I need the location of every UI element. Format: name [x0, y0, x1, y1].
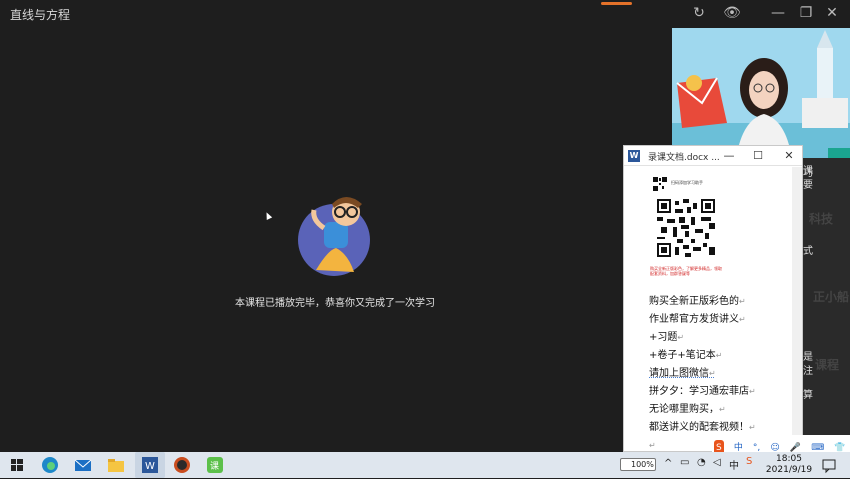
doc-line: 无论哪里购买，↵: [649, 404, 726, 415]
qr-image: 扫码添加学习助手 购买全新正版彩色，了解更多精品，领取配套资料，加群答疑等: [649, 174, 722, 288]
side-faint-text: 正小船: [813, 290, 850, 304]
mouse-cursor-icon: [263, 211, 273, 220]
word-document-title: 录课文档.docx ...: [648, 153, 720, 163]
tray-chevron-icon[interactable]: ^: [664, 458, 672, 469]
close-button[interactable]: ✕: [822, 4, 842, 22]
doc-line: 请加上图微信↵: [649, 368, 716, 379]
doc-line: 作业帮官方发货讲义↵: [649, 314, 746, 325]
taskbar-clock[interactable]: 18:05 2021/9/19: [760, 454, 818, 476]
battery-percent: 100%: [631, 460, 654, 469]
qr-code-icon: [657, 199, 715, 257]
word-taskbar-icon: W: [142, 457, 158, 473]
restore-button[interactable]: ❐: [796, 4, 816, 22]
doc-line: +习题↵: [649, 332, 685, 343]
word-taskbar-button[interactable]: W: [135, 452, 165, 478]
word-minimize-button[interactable]: —: [721, 148, 737, 164]
ime-toolbar[interactable]: S 中 °, ☺ 🎤 ⌨ 👕 ⊞: [712, 435, 850, 475]
tray-network-icon[interactable]: ◔: [697, 457, 706, 468]
minimize-icon: —: [723, 149, 735, 162]
word-close-button[interactable]: ✕: [781, 148, 797, 164]
side-text: 算: [803, 390, 813, 401]
app-mask-icon[interactable]: [173, 456, 191, 474]
mascot-illustration: [298, 197, 370, 276]
refresh-icon: ↻: [693, 5, 705, 21]
tray-battery-icon[interactable]: ▭: [680, 457, 689, 468]
teacher-video-frame: [672, 28, 850, 159]
word-maximize-button[interactable]: ☐: [750, 148, 766, 164]
notification-icon[interactable]: [820, 456, 838, 474]
word-titlebar[interactable]: W 录课文档.docx ... — ☐ ✕: [624, 146, 802, 166]
minimize-button[interactable]: —: [768, 4, 788, 22]
completion-message: 本课程已播放完毕，恭喜你又完成了一次学习: [235, 298, 435, 309]
clock-date: 2021/9/19: [765, 465, 813, 475]
side-text: 是: [803, 352, 813, 363]
small-qr-icon: [653, 177, 667, 191]
word-document-body[interactable]: 扫码添加学习助手 购买全新正版彩色，了解更多精品，领取配套资料，加群答疑等 购买…: [624, 167, 794, 453]
side-text: 式: [803, 246, 813, 257]
svg-text:W: W: [145, 461, 155, 472]
tray-volume-icon[interactable]: ◁: [713, 457, 721, 468]
file-explorer-icon[interactable]: [107, 456, 125, 474]
mail-icon[interactable]: [74, 456, 92, 474]
top-progress-indicator: [601, 2, 632, 5]
side-text: 要: [803, 180, 813, 191]
qr-red-note: 购买全新正版彩色，了解更多精品，领取配套资料，加群答疑等: [650, 266, 722, 276]
close-icon: ✕: [784, 149, 794, 162]
course-app-icon[interactable]: 课: [206, 456, 224, 474]
close-icon: ✕: [826, 5, 838, 21]
side-faint-text: 课程: [815, 358, 840, 372]
eye-icon: 👁: [723, 5, 741, 21]
maximize-icon: ☐: [753, 149, 763, 162]
word-window[interactable]: W 录课文档.docx ... — ☐ ✕ 扫码添加学习助手 购买全新正版彩色，…: [623, 145, 803, 453]
word-app-icon: W: [628, 150, 640, 162]
side-faint-text: 科技: [809, 212, 834, 226]
side-text: 巧: [803, 168, 813, 179]
side-text: 注: [803, 366, 813, 377]
taskbar: W 课 100% ^ ▭ ◔ ◁ 中 S 18:05 2021/9/19: [0, 452, 850, 478]
restore-icon: ❐: [799, 5, 813, 21]
document-text: 购买全新正版彩色的↵ 作业帮官方发货讲义↵ +习题↵ +卷子+笔记本↵ 请加上图…: [649, 293, 756, 453]
tray-sogou-icon[interactable]: S: [746, 456, 752, 467]
battery-indicator[interactable]: 100%: [620, 458, 656, 471]
qr-caption: 扫码添加学习助手: [671, 180, 703, 185]
windows-start-icon[interactable]: [8, 456, 26, 474]
edge-browser-icon[interactable]: [41, 456, 59, 474]
refresh-button[interactable]: ↻: [689, 4, 709, 22]
svg-text:课: 课: [210, 461, 219, 472]
eye-button[interactable]: 👁: [722, 4, 742, 22]
course-title: 直线与方程: [10, 8, 71, 22]
doc-line: +卷子+笔记本↵: [649, 350, 723, 361]
word-scrollbar[interactable]: [792, 167, 802, 453]
minimize-icon: —: [771, 5, 785, 21]
teacher-video[interactable]: [672, 28, 850, 159]
clock-time: 18:05: [776, 454, 802, 464]
tray-ime-icon[interactable]: 中: [729, 457, 739, 472]
doc-line: 拼夕夕：学习通宏菲店↵: [649, 386, 756, 397]
doc-line: 购买全新正版彩色的↵: [649, 296, 746, 307]
